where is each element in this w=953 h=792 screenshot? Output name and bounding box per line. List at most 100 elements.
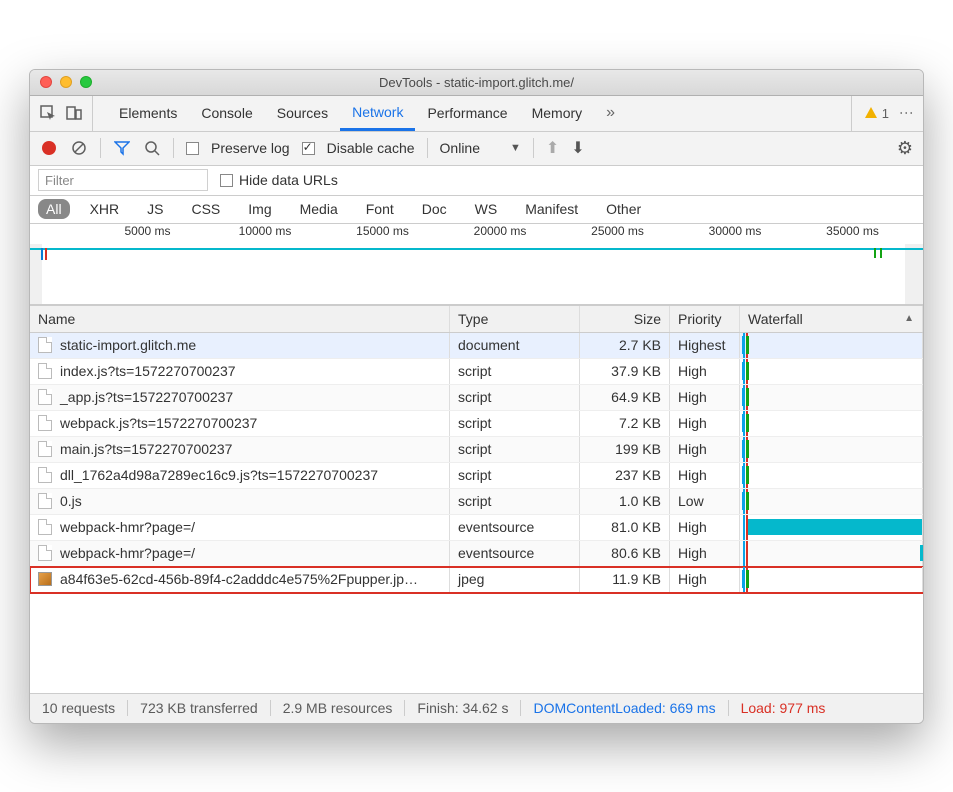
disable-cache-checkbox[interactable]: [302, 142, 315, 155]
table-row[interactable]: static-import.glitch.medocument2.7 KBHig…: [30, 333, 923, 359]
col-name[interactable]: Name: [30, 306, 450, 332]
type-css[interactable]: CSS: [183, 199, 228, 219]
waterfall-cell: [740, 541, 923, 566]
table-row[interactable]: main.js?ts=1572270700237script199 KBHigh: [30, 437, 923, 463]
col-type[interactable]: Type: [450, 306, 580, 332]
request-priority: High: [670, 567, 740, 592]
type-img[interactable]: Img: [240, 199, 279, 219]
warnings-count: 1: [882, 106, 889, 121]
inspect-icon[interactable]: [38, 103, 58, 123]
throttling-label: Online: [440, 140, 480, 156]
clear-icon[interactable]: [70, 139, 88, 157]
timeline-overview[interactable]: 5000 ms10000 ms15000 ms20000 ms25000 ms3…: [30, 224, 923, 305]
request-name: index.js?ts=1572270700237: [60, 363, 236, 379]
request-name: webpack-hmr?page=/: [60, 545, 195, 561]
upload-icon[interactable]: ⬆: [546, 138, 559, 158]
status-requests: 10 requests: [30, 700, 128, 716]
menu-icon[interactable]: ⋮: [899, 106, 915, 120]
col-waterfall[interactable]: Waterfall ▲: [740, 306, 923, 332]
timeline-tick: 30000 ms: [709, 224, 762, 238]
request-type: script: [450, 385, 580, 410]
download-icon[interactable]: ⬇: [571, 138, 584, 158]
preserve-log-label: Preserve log: [211, 140, 290, 156]
request-name: main.js?ts=1572270700237: [60, 441, 232, 457]
tab-memory[interactable]: Memory: [520, 96, 595, 131]
settings-icon[interactable]: ⚙: [897, 138, 913, 159]
request-size: 81.0 KB: [580, 515, 670, 540]
table-row[interactable]: webpack-hmr?page=/eventsource80.6 KBHigh: [30, 541, 923, 567]
table-row[interactable]: _app.js?ts=1572270700237script64.9 KBHig…: [30, 385, 923, 411]
waterfall-cell: [740, 359, 923, 384]
device-icon[interactable]: [64, 103, 84, 123]
type-xhr[interactable]: XHR: [82, 199, 128, 219]
tab-network[interactable]: Network: [340, 96, 415, 131]
col-priority[interactable]: Priority: [670, 306, 740, 332]
type-font[interactable]: Font: [358, 199, 402, 219]
waterfall-cell: [740, 411, 923, 436]
status-dcl: DOMContentLoaded: 669 ms: [521, 700, 728, 716]
type-all[interactable]: All: [38, 199, 70, 219]
type-js[interactable]: JS: [139, 199, 171, 219]
waterfall-cell: [740, 437, 923, 462]
tab-performance[interactable]: Performance: [415, 96, 519, 131]
request-priority: High: [670, 463, 740, 488]
throttling-select[interactable]: Online ▼: [440, 140, 521, 156]
preserve-log-checkbox[interactable]: [186, 142, 199, 155]
tab-elements[interactable]: Elements: [107, 96, 189, 131]
filter-icon[interactable]: [113, 139, 131, 157]
chevron-down-icon: ▼: [510, 142, 521, 154]
waterfall-cell: [740, 489, 923, 514]
type-other[interactable]: Other: [598, 199, 649, 219]
table-row[interactable]: index.js?ts=1572270700237script37.9 KBHi…: [30, 359, 923, 385]
file-icon: [38, 467, 52, 483]
devtools-window: DevTools - static-import.glitch.me/ Elem…: [29, 69, 924, 724]
hide-data-urls-label: Hide data URLs: [239, 172, 338, 188]
search-icon[interactable]: [143, 139, 161, 157]
request-size: 199 KB: [580, 437, 670, 462]
request-priority: Low: [670, 489, 740, 514]
request-size: 11.9 KB: [580, 567, 670, 592]
file-icon: [38, 415, 52, 431]
request-priority: High: [670, 541, 740, 566]
request-name: 0.js: [60, 493, 82, 509]
timeline-tick: 25000 ms: [591, 224, 644, 238]
file-icon: [38, 545, 52, 561]
file-icon: [38, 441, 52, 457]
status-transferred: 723 KB transferred: [128, 700, 271, 716]
table-row[interactable]: 0.js script1.0 KBLow: [30, 489, 923, 515]
request-name: webpack-hmr?page=/: [60, 519, 195, 535]
filter-input[interactable]: [38, 169, 208, 191]
type-manifest[interactable]: Manifest: [517, 199, 586, 219]
network-toolbar: Preserve log Disable cache Online ▼ ⬆ ⬇ …: [30, 132, 923, 166]
record-button[interactable]: [40, 139, 58, 157]
request-size: 237 KB: [580, 463, 670, 488]
table-row[interactable]: dll_1762a4d98a7289ec16c9.js?ts=157227070…: [30, 463, 923, 489]
more-tabs-icon[interactable]: »: [594, 96, 627, 131]
table-row[interactable]: a84f63e5-62cd-456b-89f4-c2adddc4e575%2Fp…: [30, 567, 923, 593]
type-media[interactable]: Media: [292, 199, 346, 219]
col-size[interactable]: Size: [580, 306, 670, 332]
timeline-tick: 10000 ms: [239, 224, 292, 238]
request-size: 1.0 KB: [580, 489, 670, 514]
request-type: script: [450, 489, 580, 514]
request-name: a84f63e5-62cd-456b-89f4-c2adddc4e575%2Fp…: [60, 571, 418, 587]
file-icon: [38, 519, 52, 535]
table-row[interactable]: webpack.js?ts=1572270700237script7.2 KBH…: [30, 411, 923, 437]
status-resources: 2.9 MB resources: [271, 700, 406, 716]
type-ws[interactable]: WS: [467, 199, 506, 219]
tab-sources[interactable]: Sources: [265, 96, 340, 131]
warnings-badge[interactable]: 1: [864, 106, 889, 121]
tab-console[interactable]: Console: [189, 96, 264, 131]
table-row[interactable]: webpack-hmr?page=/eventsource81.0 KBHigh: [30, 515, 923, 541]
status-finish: Finish: 34.62 s: [405, 700, 521, 716]
hide-data-urls-checkbox[interactable]: [220, 174, 233, 187]
request-type: script: [450, 359, 580, 384]
filter-bar: Hide data URLs: [30, 166, 923, 196]
request-name: webpack.js?ts=1572270700237: [60, 415, 257, 431]
request-type: eventsource: [450, 515, 580, 540]
request-size: 64.9 KB: [580, 385, 670, 410]
request-name: dll_1762a4d98a7289ec16c9.js?ts=157227070…: [60, 467, 378, 483]
request-name: static-import.glitch.me: [60, 337, 196, 353]
request-priority: High: [670, 411, 740, 436]
type-doc[interactable]: Doc: [414, 199, 455, 219]
